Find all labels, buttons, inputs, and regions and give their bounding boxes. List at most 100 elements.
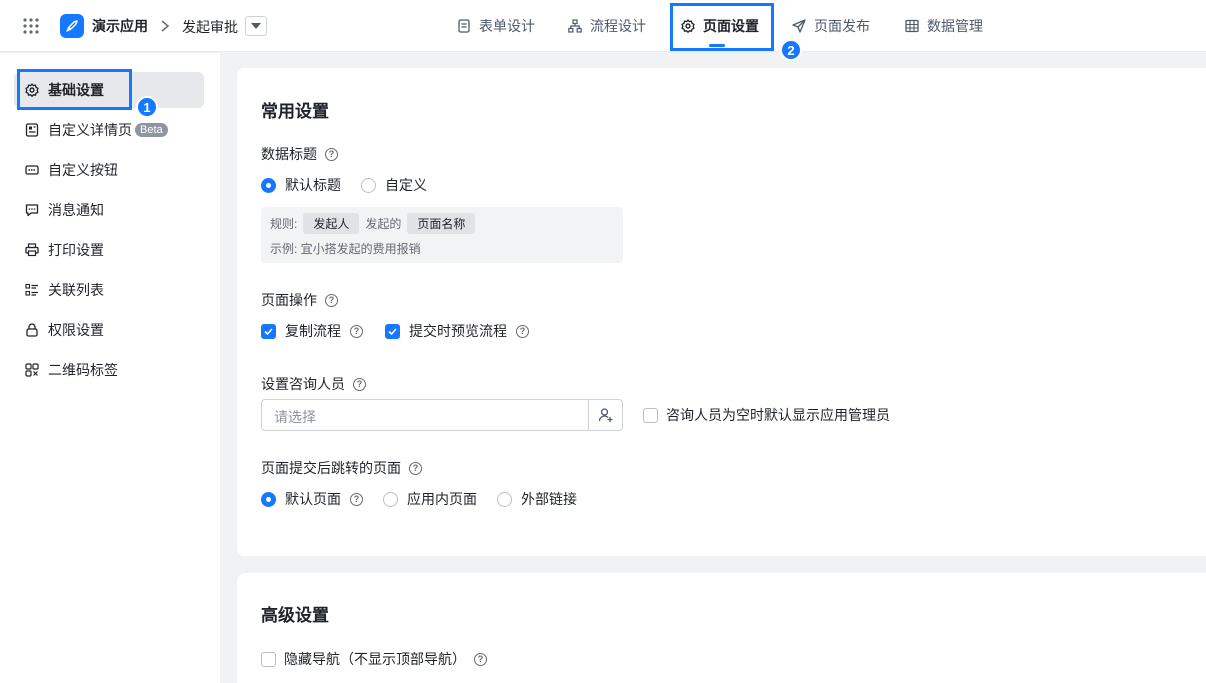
tab-label: 表单设计 [479, 18, 535, 34]
sidebar-item-qrcode[interactable]: 二维码标签 [14, 352, 204, 388]
checkbox-box [261, 323, 276, 339]
radio-external-link[interactable]: 外部链接 [497, 489, 577, 509]
sidebar-item-label: 权限设置 [48, 322, 104, 338]
redirect-label: 页面提交后跳转的页面 ? [261, 458, 422, 478]
tab-page-publish[interactable]: 页面发布 [792, 0, 870, 52]
help-icon[interactable]: ? [474, 652, 487, 666]
sidebar-item-label: 基础设置 [48, 82, 104, 98]
checkbox-label: 复制流程 [285, 323, 341, 339]
example-text: 示例: 宜小搭发起的费用报销 [270, 242, 421, 256]
tab-form-design[interactable]: 表单设计 [457, 0, 535, 52]
help-icon[interactable]: ? [350, 492, 363, 506]
rule-chip-initiator: 发起人 [303, 213, 360, 234]
help-icon[interactable]: ? [409, 461, 422, 475]
field-label: 设置咨询人员 [261, 376, 345, 392]
tab-label: 数据管理 [927, 18, 983, 34]
top-header: 演示应用 发起审批 表单设计 流程设计 页面设置 页面发布 数据管理 [0, 0, 1206, 52]
radio-label: 自定义 [385, 177, 427, 193]
tab-flow-design[interactable]: 流程设计 [568, 0, 646, 52]
sidebar-item-permission[interactable]: 权限设置 [14, 312, 204, 348]
qrcode-icon [25, 363, 39, 377]
help-icon[interactable]: ? [325, 147, 338, 161]
sidebar-item-custom-button[interactable]: 自定义按钮 [14, 152, 204, 188]
rocket-icon [66, 20, 78, 32]
send-icon [792, 19, 806, 33]
checkbox-preview-flow[interactable]: 提交时预览流程 ? [385, 321, 529, 341]
caret-down-icon [251, 23, 261, 29]
callout-badge-1: 1 [136, 96, 158, 118]
help-icon[interactable]: ? [516, 324, 529, 338]
active-tab-indicator [709, 44, 725, 47]
form-dropdown-button[interactable] [245, 16, 267, 36]
app-name[interactable]: 演示应用 [92, 16, 148, 36]
checkbox-box [385, 323, 400, 339]
radio-dot [383, 491, 398, 507]
radio-dot [261, 491, 276, 507]
radio-label: 默认标题 [285, 177, 341, 193]
radio-default-page[interactable]: 默认页面 ? [261, 489, 363, 509]
check-icon [388, 327, 397, 335]
radio-label: 默认页面 [285, 491, 341, 507]
sidebar-item-message-notice[interactable]: 消息通知 [14, 192, 204, 228]
sidebar-item-label: 打印设置 [48, 242, 104, 258]
gear-icon [25, 83, 39, 97]
advanced-settings-card: 高级设置 隐藏导航（不显示顶部导航） ? [237, 573, 1206, 683]
help-icon[interactable]: ? [350, 324, 363, 338]
sidebar-item-related-list[interactable]: 关联列表 [14, 272, 204, 308]
apps-grid-icon[interactable] [22, 17, 40, 35]
sidebar-item-label: 自定义按钮 [48, 162, 118, 178]
field-label: 数据标题 [261, 146, 317, 162]
rule-chip-page-name: 页面名称 [407, 213, 476, 234]
chevron-right-icon [161, 20, 170, 32]
sidebar-item-label: 关联列表 [48, 282, 104, 298]
lock-icon [26, 323, 38, 337]
checkbox-box [643, 407, 658, 423]
user-picker-button[interactable] [588, 400, 622, 430]
beta-badge: Beta [135, 123, 168, 137]
consultant-select[interactable]: 请选择 [261, 399, 623, 431]
field-label: 页面操作 [261, 292, 317, 308]
form-name[interactable]: 发起审批 [182, 17, 238, 37]
checkbox-box [261, 651, 276, 667]
sidebar-item-custom-detail[interactable]: 自定义详情页 Beta [14, 112, 204, 148]
rule-label: 规则: [270, 217, 298, 231]
tab-label: 流程设计 [590, 18, 646, 34]
table-icon [905, 19, 919, 33]
title-rule-box: 规则: 发起人 发起的 页面名称 示例: 宜小搭发起的费用报销 [261, 207, 623, 263]
sidebar-item-label: 自定义详情页 [48, 122, 132, 138]
radio-dot [261, 177, 276, 193]
rule-mid-text: 发起的 [365, 217, 402, 231]
callout-badge-2: 2 [780, 39, 802, 61]
data-title-label: 数据标题 ? [261, 144, 338, 164]
select-placeholder: 请选择 [274, 409, 316, 425]
radio-custom-title[interactable]: 自定义 [361, 175, 427, 195]
list-icon [25, 283, 38, 296]
checkbox-copy-flow[interactable]: 复制流程 ? [261, 321, 363, 341]
help-icon[interactable]: ? [325, 293, 338, 307]
data-title-radio-group: 默认标题 自定义 [261, 175, 427, 195]
tab-data-management[interactable]: 数据管理 [905, 0, 983, 52]
sidebar-item-label: 二维码标签 [48, 362, 118, 378]
sidebar-item-label: 消息通知 [48, 202, 104, 218]
common-settings-card: 常用设置 数据标题 ? 默认标题 自定义 规则: 发起人 发起的 页面名称 示例… [237, 68, 1206, 556]
checkbox-hide-nav[interactable]: 隐藏导航（不显示顶部导航） ? [261, 649, 487, 669]
redirect-radio-group: 默认页面 ? 应用内页面 外部链接 [261, 489, 577, 509]
radio-dot [361, 177, 376, 193]
checkbox-label: 咨询人员为空时默认显示应用管理员 [666, 407, 890, 423]
checkbox-label: 隐藏导航（不显示顶部导航） [284, 651, 466, 667]
sidebar-item-basic-settings[interactable]: 基础设置 [14, 72, 204, 108]
printer-icon [25, 243, 39, 257]
sidebar-item-print-settings[interactable]: 打印设置 [14, 232, 204, 268]
page-ops-label: 页面操作 ? [261, 290, 338, 310]
example-line: 示例: 宜小搭发起的费用报销 [270, 240, 421, 257]
tab-label: 页面设置 [703, 18, 759, 34]
app-logo[interactable] [60, 14, 84, 38]
radio-default-title[interactable]: 默认标题 [261, 175, 341, 195]
help-icon[interactable]: ? [353, 377, 366, 391]
checkbox-label: 提交时预览流程 [409, 323, 507, 339]
radio-in-app-page[interactable]: 应用内页面 [383, 489, 477, 509]
sidebar: 基础设置 自定义详情页 Beta 自定义按钮 消息通知 打印设置 关联列表 权限… [0, 53, 220, 683]
check-icon [264, 327, 273, 335]
checkbox-default-admin[interactable]: 咨询人员为空时默认显示应用管理员 [643, 405, 890, 425]
consultant-label: 设置咨询人员 ? [261, 374, 366, 394]
